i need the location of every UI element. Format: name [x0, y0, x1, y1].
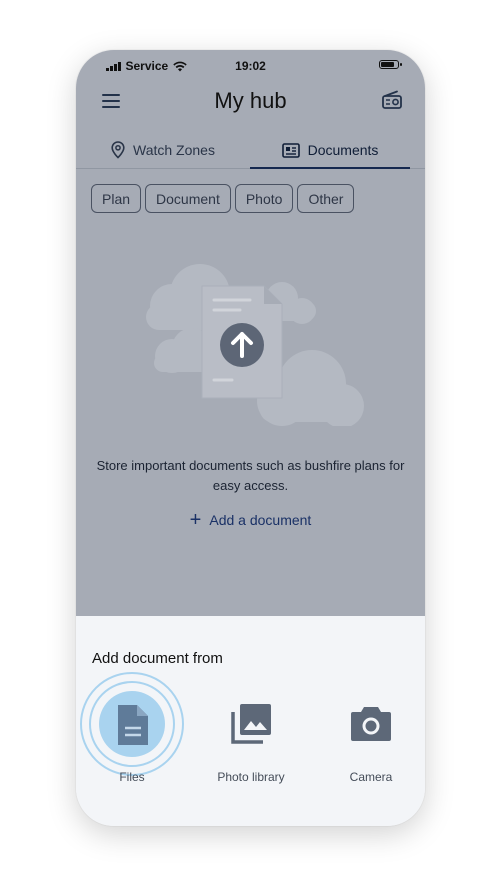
plus-icon: +	[189, 509, 202, 531]
tab-documents-label: Documents	[307, 142, 379, 158]
tab-documents[interactable]: Documents	[250, 132, 410, 169]
camera-icon	[351, 707, 391, 741]
radio-icon[interactable]	[381, 90, 403, 110]
camera-label: Camera	[349, 770, 393, 784]
sheet-title: Add document from	[92, 650, 223, 667]
document-card-icon	[281, 142, 300, 158]
bottom-sheet: Add document from Files Photo library Ca…	[76, 616, 425, 826]
photo-library-icon	[231, 704, 271, 744]
add-document-link[interactable]: + Add a document	[76, 509, 425, 531]
file-icon	[118, 705, 148, 745]
clock: 19:02	[235, 59, 266, 73]
status-bar: Service 19:02	[76, 50, 425, 84]
tab-watch-zones-label: Watch Zones	[133, 142, 215, 158]
upload-illustration	[146, 264, 364, 426]
page-title: My hub	[214, 88, 287, 113]
tab-watch-zones[interactable]: Watch Zones	[76, 132, 250, 168]
location-pin-icon	[111, 141, 125, 159]
battery-icon	[379, 60, 402, 69]
empty-state-description: Store important documents such as bushfi…	[96, 458, 405, 493]
phone-frame: Service 19:02 My hub Watch Zones Documen…	[76, 50, 425, 826]
dimmed-screen[interactable]: Service 19:02 My hub Watch Zones Documen…	[76, 50, 425, 616]
files-label: Files	[119, 770, 145, 784]
add-document-label: Add a document	[209, 512, 312, 528]
filter-chip-photo[interactable]: Photo	[234, 184, 294, 213]
filter-chip-other[interactable]: Other	[297, 184, 355, 213]
app-header: My hub	[76, 84, 425, 122]
photo-library-label: Photo library	[217, 770, 285, 784]
tab-bar: Watch Zones Documents	[76, 132, 425, 169]
filter-chips: Plan Document Photo Other	[91, 184, 355, 213]
filter-chip-document[interactable]: Document	[145, 184, 231, 213]
filter-chip-plan[interactable]: Plan	[91, 184, 142, 213]
